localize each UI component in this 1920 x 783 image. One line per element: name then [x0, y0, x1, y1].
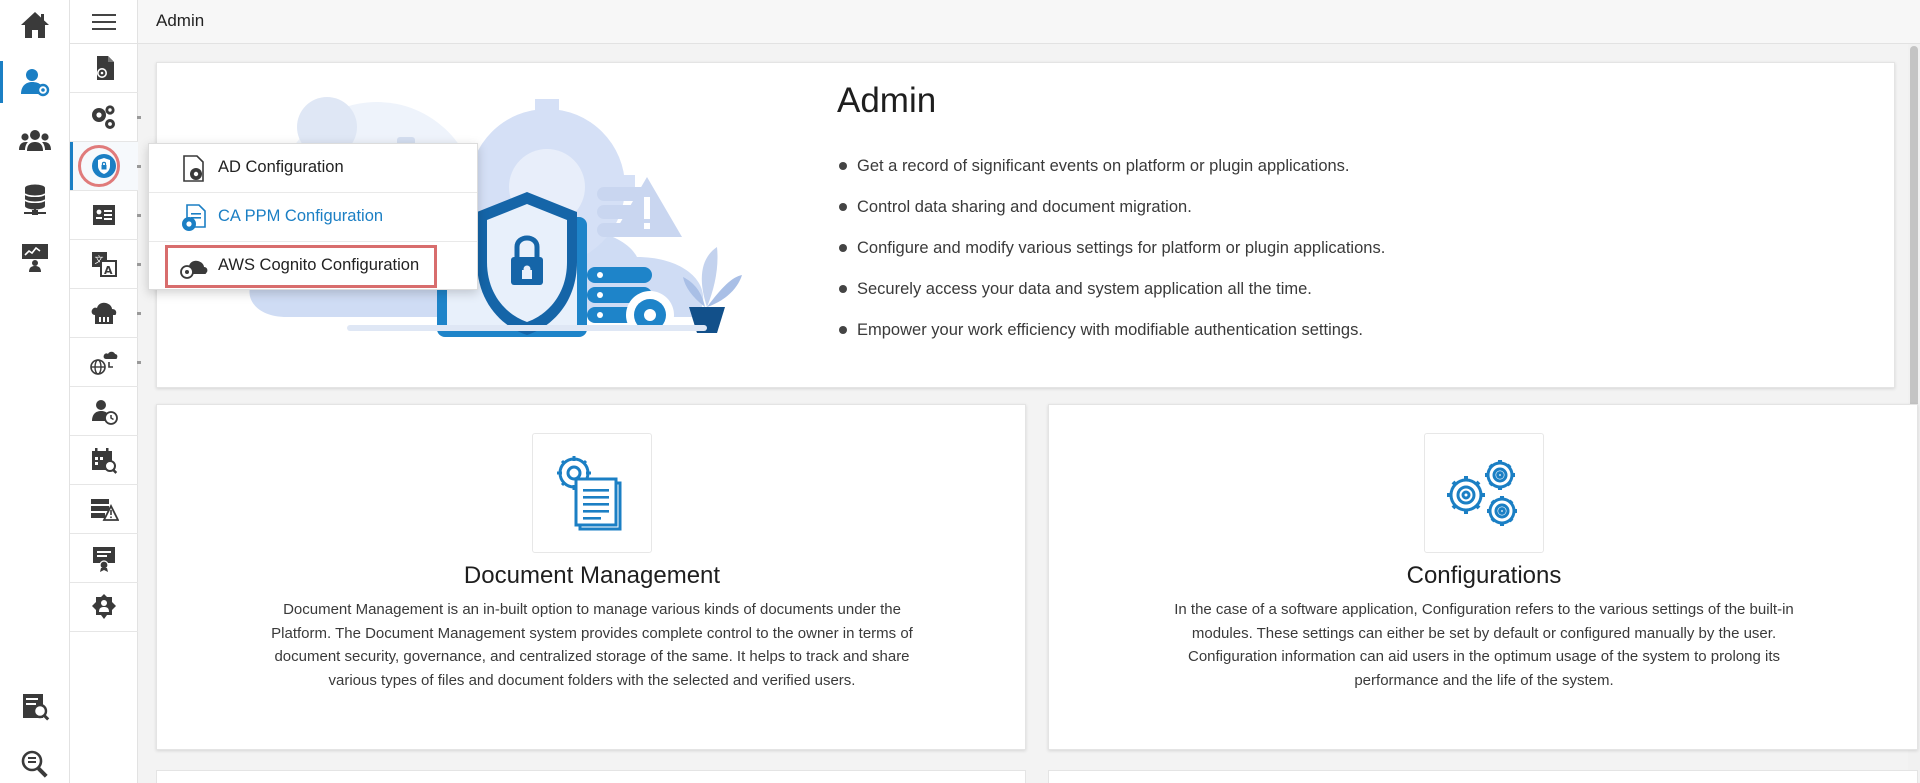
menu-item-label: CA PPM Configuration — [218, 207, 384, 225]
top-bar: Admin — [138, 0, 1920, 44]
calendar-search-icon[interactable] — [70, 436, 138, 485]
svg-text:A: A — [104, 264, 113, 277]
document-management-card[interactable]: Document Management Document Management … — [156, 404, 1026, 750]
home-icon[interactable] — [0, 0, 70, 50]
selection-ring — [78, 145, 120, 187]
user-badge-icon[interactable] — [70, 583, 138, 632]
submenu-notch — [137, 312, 141, 315]
hero-bullet: Control data sharing and document migrat… — [837, 196, 1385, 237]
users-group-icon[interactable] — [0, 116, 70, 166]
submenu-notch — [137, 361, 141, 364]
security-flyout-menu: AD Configuration CA PPM Configuration AW… — [148, 143, 478, 290]
hero-bullet: Securely access your data and system app… — [837, 278, 1385, 319]
ca-ppm-configuration-menu-item[interactable]: CA PPM Configuration — [149, 193, 477, 242]
menu-item-highlight — [165, 245, 437, 288]
id-card-icon[interactable] — [70, 191, 138, 240]
hero-bullet: Configure and modify various settings fo… — [837, 237, 1385, 278]
card-description: In the case of a software application, C… — [1174, 601, 1794, 689]
breadcrumb: Admin — [156, 11, 205, 30]
database-network-icon[interactable] — [0, 174, 70, 224]
certificate-icon[interactable] — [70, 534, 138, 583]
document-settings-icon — [532, 433, 652, 553]
report-search-icon[interactable] — [0, 681, 70, 731]
gears-icon — [1424, 433, 1544, 553]
globe-cloud-icon[interactable] — [70, 338, 138, 387]
configurations-card[interactable]: Configurations In the case of a software… — [1048, 404, 1918, 750]
cloud-server-icon[interactable] — [70, 289, 138, 338]
submenu-notch — [137, 165, 141, 168]
card-description: Document Management is an in-built optio… — [271, 601, 913, 689]
magnifier-icon[interactable] — [0, 739, 70, 783]
hero-bullet-list: Get a record of significant events on pl… — [837, 155, 1385, 360]
submenu-notch — [137, 263, 141, 266]
submenu-notch — [137, 116, 141, 119]
hero-bullet: Get a record of significant events on pl… — [837, 155, 1385, 196]
next-card-peek — [1048, 770, 1918, 783]
app-root: 文A Admin Admin Get a record of significa… — [0, 0, 1920, 783]
user-clock-icon[interactable] — [70, 387, 138, 436]
presentation-icon[interactable] — [0, 232, 70, 282]
file-gear-icon — [182, 204, 206, 231]
card-title: Configurations — [1406, 562, 1562, 589]
next-card-peek — [156, 770, 1026, 783]
translate-icon[interactable]: 文A — [70, 240, 138, 289]
hero-bullet: Empower your work efficiency with modifi… — [837, 319, 1385, 360]
server-warning-icon[interactable] — [70, 485, 138, 534]
user-settings-icon[interactable] — [0, 57, 70, 107]
document-gear-icon — [183, 155, 204, 182]
aws-cognito-configuration-menu-item[interactable]: AWS Cognito Configuration — [149, 242, 477, 291]
hero-title: Admin — [837, 81, 937, 120]
left-rail — [0, 0, 70, 783]
gears-icon[interactable] — [70, 93, 138, 142]
ad-configuration-menu-item[interactable]: AD Configuration — [149, 144, 477, 193]
security-shield-icon[interactable] — [70, 142, 138, 191]
menu-item-label: AD Configuration — [218, 158, 344, 176]
admin-submenu: 文A — [70, 0, 141, 783]
document-settings-icon[interactable] — [70, 44, 138, 93]
card-title: Document Management — [463, 562, 721, 589]
hamburger-menu-icon[interactable] — [70, 0, 138, 44]
submenu-notch — [137, 214, 141, 217]
